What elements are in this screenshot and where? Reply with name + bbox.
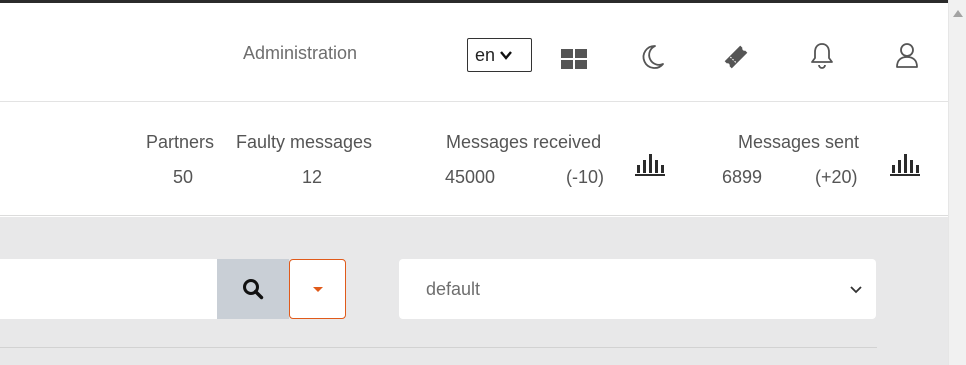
messages-sent-delta: (+20) — [815, 167, 858, 187]
administration-link[interactable]: Administration — [243, 43, 357, 64]
search-options-dropdown-button[interactable] — [289, 259, 346, 319]
vertical-scrollbar[interactable] — [948, 0, 966, 365]
received-chart-icon[interactable] — [634, 151, 666, 177]
apps-icon[interactable] — [560, 45, 588, 73]
scroll-up-icon[interactable] — [953, 10, 963, 17]
moon-icon[interactable] — [638, 43, 666, 71]
faulty-messages-value: 12 — [302, 167, 323, 187]
ticket-icon[interactable] — [722, 43, 750, 71]
messages-received-label: Messages received — [446, 132, 602, 152]
search-button[interactable] — [217, 259, 289, 319]
search-icon — [243, 279, 264, 300]
stats-bar: Partners 50 Faulty messages 12 Messages … — [0, 103, 948, 216]
divider — [0, 347, 877, 348]
messages-received-value: 45000 — [445, 167, 496, 187]
language-select[interactable]: en — [467, 38, 532, 72]
messages-sent-value: 6899 — [722, 167, 763, 187]
messages-received-delta: (-10) — [566, 167, 605, 187]
sent-chart-icon[interactable] — [889, 151, 921, 177]
chevron-down-icon — [500, 51, 512, 60]
partners-value: 50 — [173, 167, 194, 187]
bell-icon[interactable] — [808, 41, 836, 69]
language-selected-value: en — [475, 44, 496, 65]
content-area: default — [0, 217, 948, 365]
profile-select[interactable]: default — [399, 259, 876, 319]
app-header: Administration en — [0, 3, 948, 102]
faulty-messages-label: Faulty messages — [236, 132, 373, 152]
chevron-down-icon — [850, 286, 862, 294]
search-input[interactable] — [0, 259, 217, 319]
partners-label: Partners — [146, 132, 215, 152]
user-icon[interactable] — [893, 41, 921, 69]
profile-select-value: default — [426, 278, 481, 299]
caret-down-icon — [312, 286, 323, 292]
messages-sent-label: Messages sent — [738, 132, 860, 152]
